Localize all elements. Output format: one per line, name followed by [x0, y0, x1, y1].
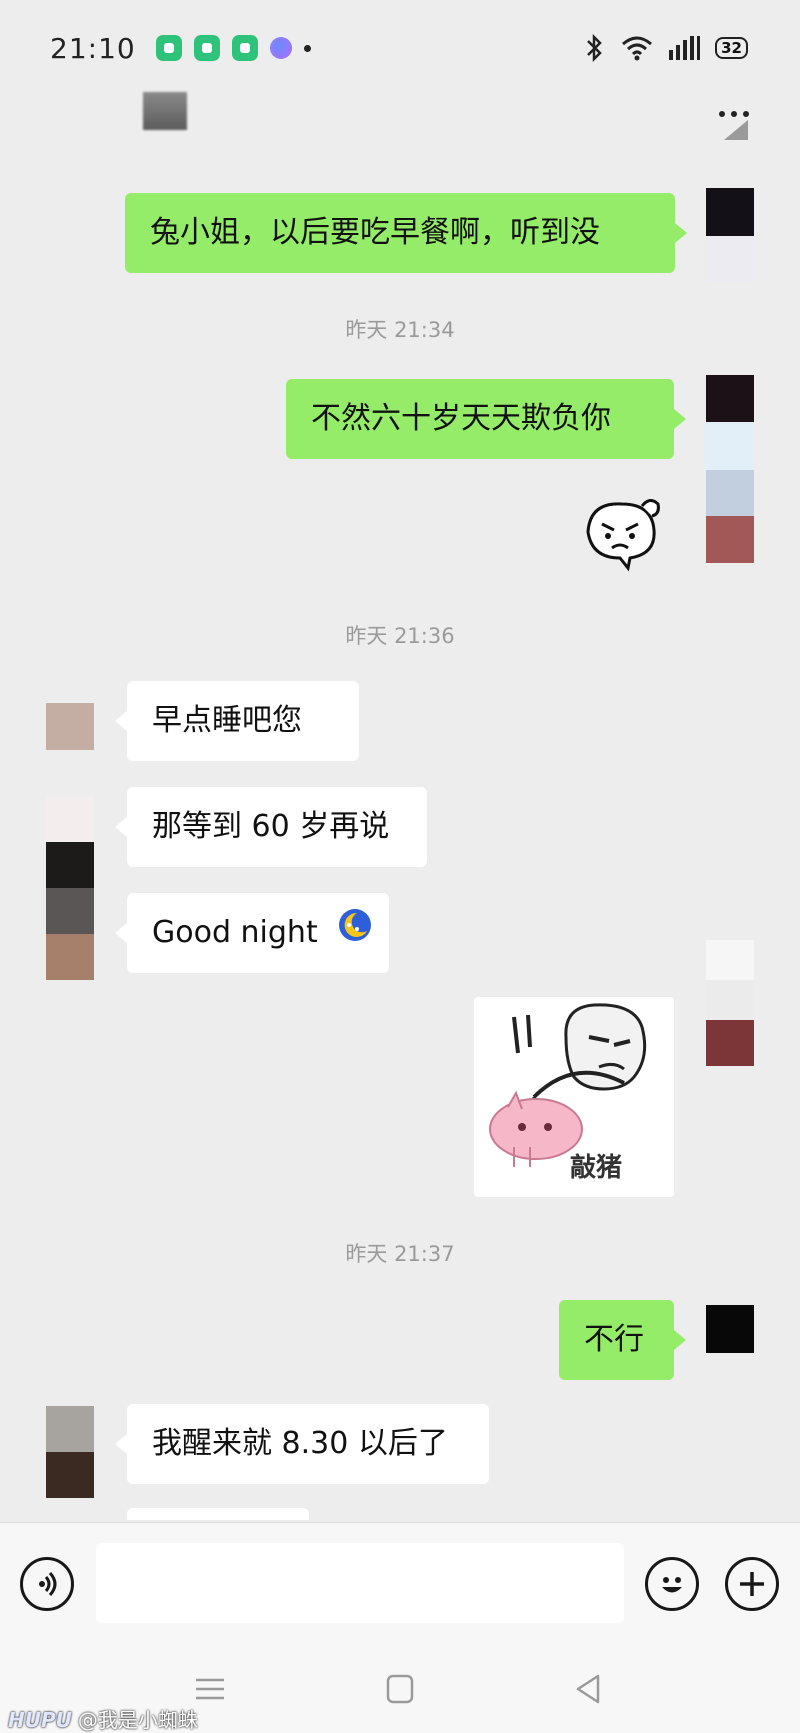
battery-icon: 32	[715, 37, 748, 59]
message-bubble[interactable]: 那等到 60 岁再说	[115, 787, 427, 867]
more-notifications-dot	[303, 44, 311, 52]
grumpy-face-sticker[interactable]	[580, 492, 664, 572]
my-avatar[interactable]	[706, 940, 754, 1066]
message-bubble[interactable]: 不然六十岁天天欺负你	[286, 379, 686, 459]
app-notification-icon	[155, 35, 182, 61]
system-status: 32	[581, 34, 748, 62]
voice-input-button[interactable]	[20, 1557, 74, 1611]
status-bar: 21:10 32	[0, 0, 800, 96]
status-time: 21:10	[50, 31, 136, 65]
emoji-button[interactable]	[645, 1557, 699, 1611]
message-input[interactable]	[96, 1543, 624, 1623]
recent-apps-button[interactable]	[192, 1672, 228, 1706]
knock-pig-sticker[interactable]: 敲猪	[474, 997, 674, 1197]
bluetooth-icon	[581, 34, 607, 62]
app-notification-icon	[193, 35, 220, 61]
sticker-caption: 敲猪	[570, 1153, 623, 1183]
menu-icon	[196, 1678, 224, 1700]
watermark-brand: HUPU	[8, 1708, 72, 1732]
contact-name-redacted	[143, 92, 187, 130]
message-outgoing[interactable]: 不然六十岁天天欺负你	[0, 350, 800, 563]
more-button[interactable]	[710, 106, 760, 146]
timestamp: 昨天 21:34	[345, 318, 455, 342]
timestamp: 昨天 21:37	[345, 1242, 455, 1266]
watermark-handle: @我是小蜘蛛	[77, 1708, 198, 1732]
voice-icon	[39, 1571, 57, 1597]
partial-message-bubble[interactable]	[127, 1508, 309, 1520]
chat-header	[0, 86, 800, 150]
contact-avatar[interactable]	[46, 796, 94, 980]
assistant-icon	[269, 37, 292, 59]
my-avatar[interactable]	[706, 375, 754, 563]
back-icon	[576, 1674, 600, 1704]
more-icon	[719, 111, 749, 140]
message-bubble[interactable]: 不行	[559, 1300, 686, 1380]
emoji-icon	[662, 1577, 682, 1593]
more-functions-button[interactable]	[725, 1557, 779, 1611]
signal-icon	[667, 34, 701, 62]
my-avatar[interactable]	[706, 1305, 754, 1353]
contact-avatar[interactable]	[46, 1406, 94, 1498]
message-outgoing[interactable]: 兔小姐，以后要吃早餐啊，听到没	[0, 150, 800, 282]
back-button[interactable]	[570, 1672, 606, 1706]
message-bubble[interactable]: 早点睡吧您	[115, 681, 359, 761]
home-icon	[386, 1674, 414, 1704]
watermark: HUPU @我是小蜘蛛	[8, 1704, 198, 1733]
plus-icon	[740, 1572, 764, 1596]
message-bubble[interactable]: 兔小姐，以后要吃早餐啊，听到没	[125, 193, 687, 273]
moon-emoji	[337, 894, 373, 974]
input-bar	[0, 1522, 800, 1642]
message-bubble[interactable]: 我醒来就 8.30 以后了	[115, 1404, 489, 1484]
contact-avatar[interactable]	[46, 703, 94, 750]
home-button[interactable]	[382, 1672, 418, 1706]
my-avatar[interactable]	[706, 188, 754, 282]
timestamp: 昨天 21:36	[345, 624, 455, 648]
wifi-icon	[621, 35, 653, 61]
chat-messages[interactable]: 兔小姐，以后要吃早餐啊，听到没 昨天 21:34 不然六十岁天天欺负你 昨天 2…	[0, 150, 800, 1520]
app-notification-icon	[231, 35, 258, 61]
message-bubble-good-night[interactable]: Good night	[115, 893, 389, 974]
notification-icons	[155, 35, 311, 61]
message-text: Good night	[152, 915, 318, 950]
